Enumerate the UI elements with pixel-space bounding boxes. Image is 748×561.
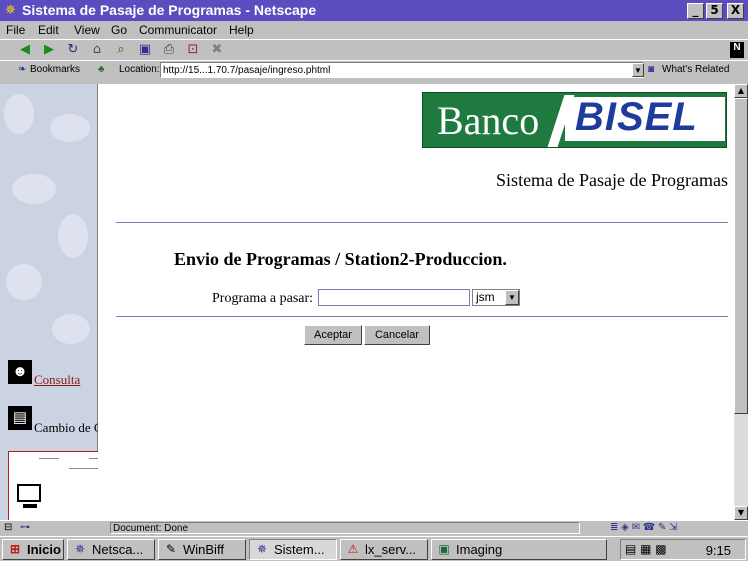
netscape-throbber-icon[interactable]: N — [730, 42, 744, 58]
navigation-toolbar: ◀ ▶ ↻ ⌂ ⌕ ▣ ⎙ ⊡ ✖ N — [0, 39, 748, 60]
divider — [116, 222, 728, 223]
diagram-line — [69, 468, 99, 469]
minimize-button[interactable]: _ — [687, 3, 704, 19]
status-bar: ⊟ ⊶ Document: Done ≣ ◈ ✉ ☎ ✎ ⇲ — [0, 520, 748, 535]
background-texture — [6, 264, 42, 300]
menu-file[interactable]: File — [6, 23, 25, 37]
background-texture — [50, 114, 90, 142]
connection-icon: ⊶ — [20, 522, 30, 533]
task-lx-serv[interactable]: ⚠ lx_serv... — [340, 539, 428, 560]
start-label: Inicio — [27, 542, 61, 557]
nav-link-consulta-label[interactable]: Consulta — [34, 372, 80, 388]
guide-icon[interactable]: ▣ — [136, 42, 154, 58]
background-texture — [4, 94, 34, 134]
menu-help[interactable]: Help — [229, 23, 254, 37]
status-text: Document: Done — [110, 522, 580, 534]
title-bar: ✵ Sistema de Pasaje de Programas - Netsc… — [0, 0, 748, 21]
netscape-app-icon[interactable]: ✵ — [3, 3, 18, 18]
windows-taskbar: ⊞ Inicio ✵ Netsca... ✎ WinBiff ✵ Sistem.… — [0, 536, 748, 561]
netscape-icon: ✵ — [74, 542, 86, 556]
whats-related-icon[interactable]: ◙ — [648, 64, 654, 75]
warning-icon: ⚠ — [347, 542, 359, 556]
cambio-clave-icon[interactable]: ▤ — [8, 406, 32, 430]
search-icon[interactable]: ⌕ — [112, 42, 130, 58]
reload-icon[interactable]: ↻ — [64, 42, 82, 58]
vertical-scrollbar[interactable]: ▲ ▼ — [734, 84, 748, 520]
logo-text-banco: Banco — [437, 98, 540, 143]
accept-button[interactable]: Aceptar — [304, 325, 362, 345]
task-label: Netsca... — [92, 542, 144, 557]
menu-edit[interactable]: Edit — [38, 23, 59, 37]
task-sistema[interactable]: ✵ Sistem... — [249, 539, 337, 560]
home-icon[interactable]: ⌂ — [88, 42, 106, 58]
stop-icon[interactable]: ✖ — [208, 42, 226, 58]
banco-bisel-logo: Banco BISEL — [422, 92, 727, 148]
task-label: Imaging — [456, 542, 503, 557]
station-select[interactable]: jsm ▼ — [472, 289, 520, 306]
bookmarks-button[interactable]: Bookmarks — [30, 64, 80, 75]
divider — [116, 316, 728, 317]
clock: 9:15 — [705, 543, 731, 558]
scroll-up-button[interactable]: ▲ — [734, 84, 748, 98]
url-dropdown-button[interactable]: ▼ — [632, 63, 644, 77]
window-title: Sistema de Pasaje de Programas - Netscap… — [22, 2, 317, 18]
location-toolbar: ❧ Bookmarks ♣ Location: http://15...1.70… — [0, 60, 748, 79]
forward-icon[interactable]: ▶ — [40, 42, 58, 58]
back-icon[interactable]: ◀ — [16, 42, 34, 58]
close-button[interactable]: X — [727, 3, 744, 19]
windows-logo-icon: ⊞ — [9, 542, 21, 556]
whats-related-button[interactable]: What's Related — [662, 64, 730, 75]
location-label: Location: — [119, 64, 160, 75]
security-lock-icon[interactable]: ⊟ — [4, 522, 12, 533]
menu-go[interactable]: Go — [111, 23, 127, 37]
background-texture — [58, 214, 88, 258]
maximize-button[interactable]: 5 — [706, 3, 723, 19]
task-netscape[interactable]: ✵ Netsca... — [67, 539, 155, 560]
scroll-thumb[interactable] — [734, 98, 748, 414]
computer-icon — [17, 484, 41, 508]
print-icon[interactable]: ⎙ — [160, 42, 178, 58]
nav-link-consulta[interactable]: ☻ Consulta — [8, 360, 97, 388]
chevron-down-icon[interactable]: ▼ — [505, 290, 519, 305]
component-bar-icon[interactable]: ≣ ◈ ✉ ☎ ✎ ⇲ — [610, 522, 678, 533]
location-icon: ♣ — [98, 64, 105, 75]
system-title: Sistema de Pasaje de Programas — [496, 170, 728, 190]
task-label: WinBiff — [183, 542, 224, 557]
scroll-down-button[interactable]: ▼ — [734, 506, 748, 520]
task-label: lx_serv... — [365, 542, 417, 557]
program-input[interactable] — [318, 289, 470, 306]
logo-text-bisel: BISEL — [575, 95, 698, 139]
task-imaging[interactable]: ▣ Imaging — [431, 539, 607, 560]
system-tray: ▤ ▦ ▩ 9:15 — [620, 539, 746, 560]
netscape-icon: ✵ — [256, 542, 268, 556]
background-texture — [52, 314, 90, 344]
tray-icons[interactable]: ▤ ▦ ▩ — [625, 542, 667, 556]
task-winbiff[interactable]: ✎ WinBiff — [158, 539, 246, 560]
cancel-button[interactable]: Cancelar — [364, 325, 430, 345]
url-input[interactable]: http://15...1.70.7/pasaje/ingreso.phtml — [160, 62, 644, 78]
winbiff-icon: ✎ — [165, 542, 177, 556]
menu-bar: File Edit View Go Communicator Help — [0, 21, 748, 39]
imaging-icon: ▣ — [438, 542, 450, 556]
task-label: Sistem... — [274, 542, 325, 557]
menu-view[interactable]: View — [74, 23, 100, 37]
bookmark-icon[interactable]: ❧ — [18, 64, 26, 75]
content-frame: Banco BISEL Sistema de Pasaje de Program… — [98, 84, 734, 520]
consulta-icon[interactable]: ☻ — [8, 360, 32, 384]
page-heading: Envio de Programas / Station2-Produccion… — [174, 249, 507, 269]
start-button[interactable]: ⊞ Inicio — [2, 539, 64, 560]
station-select-value: jsm — [476, 290, 495, 304]
program-label: Programa a pasar: — [212, 291, 314, 306]
security-icon[interactable]: ⊡ — [184, 42, 202, 58]
diagram-line — [39, 458, 59, 459]
background-texture — [12, 174, 56, 204]
menu-communicator[interactable]: Communicator — [139, 23, 217, 37]
